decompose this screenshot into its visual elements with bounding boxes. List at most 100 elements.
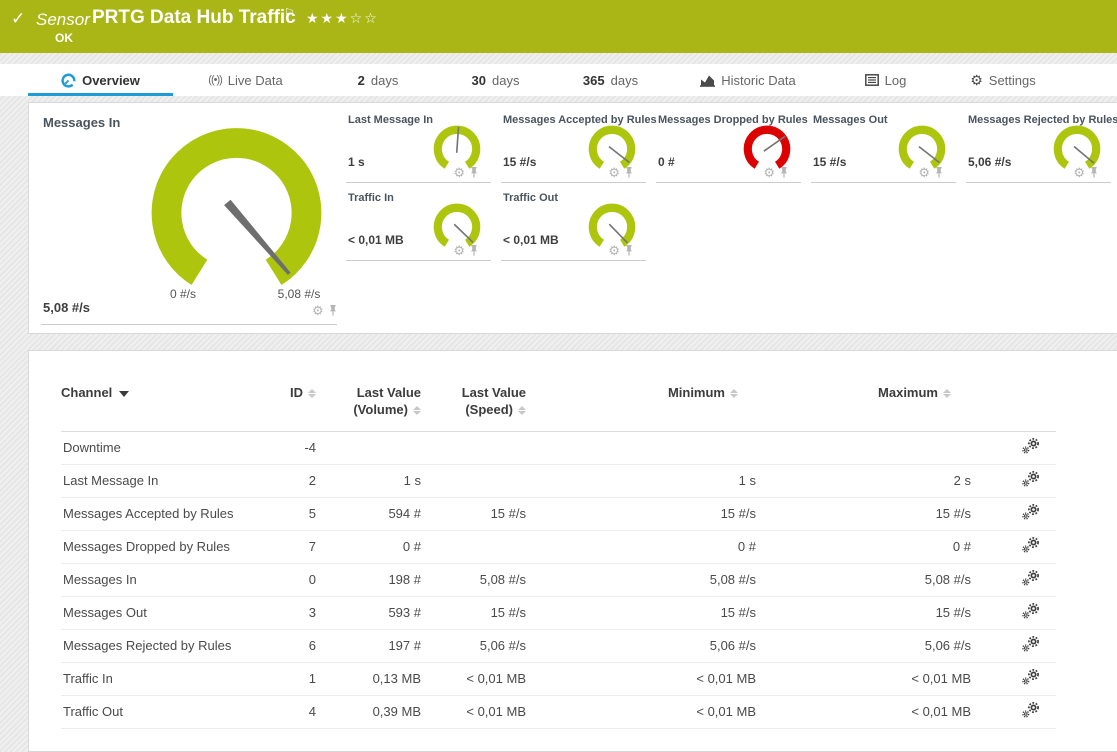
tab-historic-data[interactable]: Historic Data — [668, 64, 828, 96]
cell-last-volume: 1 s — [316, 464, 421, 497]
tab-365-days[interactable]: 365days — [553, 64, 668, 96]
channel-settings-icon[interactable] — [1022, 669, 1040, 685]
gauge-pin-icon[interactable] — [779, 167, 789, 178]
tab-2-days[interactable]: 2days — [318, 64, 438, 96]
tab-label: days — [371, 73, 398, 88]
gauge-pin-icon[interactable] — [934, 167, 944, 178]
channel-settings-icon[interactable] — [1022, 504, 1040, 520]
cell-maximum: 15 #/s — [756, 497, 971, 530]
object-kind-label: Sensor — [36, 10, 90, 30]
tab-live-data[interactable]: ((•))Live Data — [173, 64, 318, 96]
gauge-pin-icon[interactable] — [624, 167, 634, 178]
column-header-last-speed[interactable]: Last Value (Speed) — [421, 385, 526, 431]
cell-last-volume: 0,39 MB — [316, 695, 421, 728]
cell-minimum: < 0,01 MB — [526, 695, 756, 728]
gear-icon: ⚙ — [970, 72, 983, 89]
cell-last-speed: 15 #/s — [421, 497, 526, 530]
table-row: Messages In0198 #5,08 #/s5,08 #/s5,08 #/… — [61, 563, 1056, 596]
divider — [41, 324, 337, 325]
cell-last-volume: 594 # — [316, 497, 421, 530]
tab-overview[interactable]: Overview — [28, 64, 173, 96]
sort-icon — [413, 405, 421, 416]
cell-minimum: 5,06 #/s — [526, 629, 756, 662]
status-badge: OK — [55, 31, 73, 45]
tab-label: Overview — [82, 73, 140, 88]
tab-settings[interactable]: ⚙Settings — [943, 64, 1063, 96]
log-icon — [865, 74, 879, 86]
channel-settings-icon[interactable] — [1022, 702, 1040, 718]
sort-icon — [308, 388, 316, 399]
cell-last-volume: 197 # — [316, 629, 421, 662]
cell-maximum: 0 # — [756, 530, 971, 563]
column-header-actions — [971, 385, 1056, 431]
cell-channel: Traffic Out — [61, 695, 261, 728]
sort-icon — [943, 388, 951, 399]
cell-id: 0 — [261, 563, 316, 596]
gauge-icon — [61, 73, 76, 88]
gauge-cell: Traffic Out< 0,01 MB⚙ — [501, 189, 646, 261]
gauge-cell: Messages Rejected by Rules5,06 #/s⚙ — [966, 111, 1111, 183]
channel-settings-icon[interactable] — [1022, 537, 1040, 553]
gauge-value: 15 #/s — [503, 155, 536, 169]
channel-settings-icon[interactable] — [1022, 570, 1040, 586]
gauge-pin-icon[interactable] — [469, 245, 479, 256]
table-row: Downtime-4 — [61, 431, 1056, 464]
cell-last-volume: 0,13 MB — [316, 662, 421, 695]
tab-label: days — [492, 73, 519, 88]
gauge-value: < 0,01 MB — [503, 233, 559, 247]
chart-icon — [700, 74, 715, 87]
cell-maximum: 5,06 #/s — [756, 629, 971, 662]
cell-last-speed: 15 #/s — [421, 596, 526, 629]
channel-settings-icon[interactable] — [1022, 603, 1040, 619]
gauge-settings-gear-icon[interactable]: ⚙ — [608, 244, 620, 257]
rating-stars[interactable]: ★★★☆☆ — [306, 10, 379, 27]
gauge-cell: Messages Out15 #/s⚙ — [811, 111, 956, 183]
gauge-settings-gear-icon[interactable]: ⚙ — [453, 244, 465, 257]
gauge-pin-icon[interactable] — [624, 245, 634, 256]
cell-last-volume: 0 # — [316, 530, 421, 563]
column-header-channel[interactable]: Channel — [61, 385, 261, 431]
gauge-settings-gear-icon[interactable]: ⚙ — [453, 166, 465, 179]
gauge-settings-gear-icon[interactable]: ⚙ — [1073, 166, 1085, 179]
gauge-settings-gear-icon[interactable]: ⚙ — [312, 304, 324, 317]
cell-channel: Messages Rejected by Rules — [61, 629, 261, 662]
cell-last-speed — [421, 431, 526, 464]
gauge-settings-gear-icon[interactable]: ⚙ — [918, 166, 930, 179]
gauge-cell: Traffic In< 0,01 MB⚙ — [346, 189, 491, 261]
cell-minimum: 1 s — [526, 464, 756, 497]
cell-channel: Messages Accepted by Rules — [61, 497, 261, 530]
cell-channel: Messages In — [61, 563, 261, 596]
channel-settings-icon[interactable] — [1022, 438, 1040, 454]
column-header-maximum[interactable]: Maximum — [756, 385, 971, 431]
channels-panel: Channel ID Last Value (Volume) Last Valu… — [28, 350, 1117, 752]
cell-last-speed — [421, 530, 526, 563]
cell-minimum — [526, 431, 756, 464]
cell-id: 2 — [261, 464, 316, 497]
table-header-row: Channel ID Last Value (Volume) Last Valu… — [61, 385, 1056, 431]
gauge-settings-gear-icon[interactable]: ⚙ — [608, 166, 620, 179]
gauge-value: 1 s — [348, 155, 365, 169]
channel-settings-icon[interactable] — [1022, 471, 1040, 487]
tab-log[interactable]: Log — [828, 64, 943, 96]
cell-last-volume: 198 # — [316, 563, 421, 596]
column-header-id[interactable]: ID — [261, 385, 316, 431]
column-header-minimum[interactable]: Minimum — [526, 385, 756, 431]
sort-icon — [730, 388, 738, 399]
gauge-pin-icon[interactable] — [328, 305, 338, 316]
channel-settings-icon[interactable] — [1022, 636, 1040, 652]
gauge-cell: Messages Dropped by Rules0 #⚙ — [656, 111, 801, 183]
tab-label: Log — [885, 73, 907, 88]
cell-id: 4 — [261, 695, 316, 728]
gauge-settings-gear-icon[interactable]: ⚙ — [763, 166, 775, 179]
sensor-title: PRTG Data Hub Traffic — [92, 7, 296, 29]
cell-last-speed — [421, 464, 526, 497]
cell-channel: Downtime — [61, 431, 261, 464]
cell-maximum: 15 #/s — [756, 596, 971, 629]
flag-icon[interactable]: ⚐ — [284, 6, 295, 20]
gauge-pin-icon[interactable] — [1089, 167, 1099, 178]
column-header-last-volume[interactable]: Last Value (Volume) — [316, 385, 421, 431]
sort-desc-icon — [119, 391, 129, 397]
tab-30-days[interactable]: 30days — [438, 64, 553, 96]
gauge-pin-icon[interactable] — [469, 167, 479, 178]
tab-label: Historic Data — [721, 73, 795, 88]
